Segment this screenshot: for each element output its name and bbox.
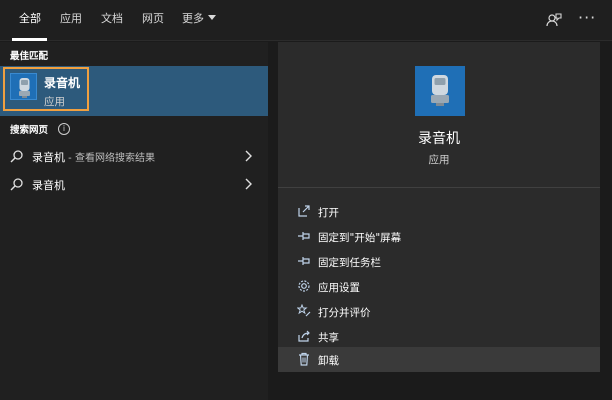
more-options-icon[interactable]: ···	[578, 10, 596, 26]
action-pin-taskbar[interactable]: 固定到任务栏	[278, 249, 600, 274]
action-label: 共享	[318, 332, 339, 344]
info-icon[interactable]: i	[58, 123, 70, 135]
web-result-text: 录音机	[32, 177, 65, 193]
action-open[interactable]: 打开	[278, 199, 600, 224]
trash-icon	[299, 352, 309, 366]
action-label: 打开	[318, 207, 339, 219]
web-result-row[interactable]: 录音机	[0, 170, 268, 198]
search-icon	[10, 150, 23, 163]
action-label: 固定到任务栏	[318, 257, 381, 269]
best-match-title: 录音机	[44, 76, 81, 90]
web-result-query: 录音机	[32, 179, 65, 192]
search-icon	[10, 178, 23, 191]
chevron-right-icon[interactable]	[243, 177, 255, 191]
open-icon	[298, 205, 310, 217]
action-label: 应用设置	[318, 282, 360, 294]
pin-start-icon	[298, 232, 310, 240]
web-result-query: 录音机	[32, 151, 65, 164]
best-match-subtitle: 应用	[44, 96, 65, 108]
web-result-row[interactable]: 录音机 - 查看网络搜索结果	[0, 142, 268, 170]
tab-more-label: 更多	[182, 12, 204, 25]
action-share[interactable]: 共享	[278, 324, 600, 349]
web-result-hint: - 查看网络搜索结果	[65, 153, 155, 164]
action-pin-start[interactable]: 固定到"开始"屏幕	[278, 224, 600, 249]
pin-taskbar-icon	[298, 257, 310, 265]
app-detail-title: 录音机	[418, 131, 460, 147]
chevron-right-icon[interactable]	[243, 149, 255, 163]
voice-recorder-icon	[10, 73, 37, 100]
web-search-header: 搜索网页	[10, 125, 49, 136]
gear-icon	[298, 280, 310, 292]
web-result-text: 录音机 - 查看网络搜索结果	[32, 149, 155, 165]
chevron-down-icon	[208, 15, 216, 20]
action-app-settings[interactable]: 应用设置	[278, 274, 600, 299]
best-match-header: 最佳匹配	[10, 51, 49, 62]
search-filter-bar: 全部 应用 文档 网页 更多 ···	[0, 0, 612, 41]
action-label: 卸载	[318, 355, 339, 367]
divider	[278, 187, 600, 188]
voice-recorder-icon	[415, 66, 465, 116]
tab-all[interactable]: 全部	[19, 12, 41, 30]
active-tab-indicator	[12, 38, 47, 41]
tab-more[interactable]: 更多	[182, 12, 216, 30]
tab-web[interactable]: 网页	[142, 12, 164, 30]
rate-icon	[297, 304, 311, 317]
share-icon	[298, 330, 310, 342]
tab-documents[interactable]: 文档	[101, 12, 123, 30]
action-rate-review[interactable]: 打分并评价	[278, 299, 600, 324]
app-detail-subtitle: 应用	[428, 154, 450, 166]
action-uninstall[interactable]: 卸载	[278, 347, 600, 372]
feedback-icon[interactable]	[546, 12, 562, 28]
action-label: 打分并评价	[318, 307, 371, 319]
action-label: 固定到"开始"屏幕	[318, 232, 402, 244]
tab-apps[interactable]: 应用	[60, 12, 82, 30]
